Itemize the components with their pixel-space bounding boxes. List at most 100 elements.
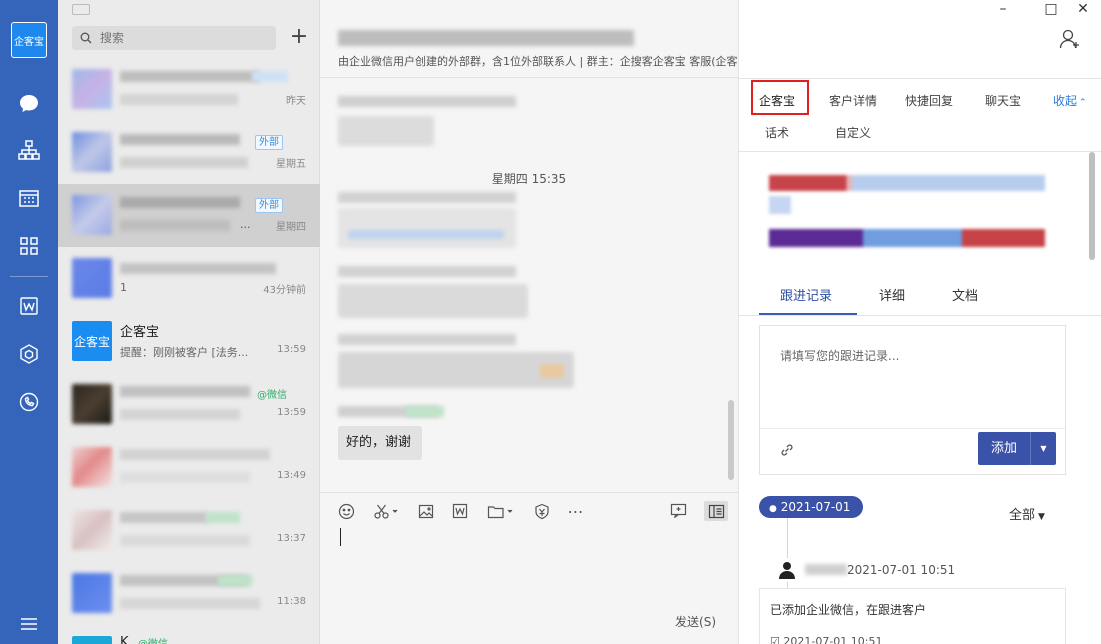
conversation-item[interactable]: 企客宝 企客宝 提醒：刚刚被客户 [法务... 13:59 — [58, 310, 320, 373]
caret-down-icon: ▼ — [1038, 512, 1045, 522]
conversation-time: 13:49 — [277, 470, 306, 481]
add-record-button[interactable]: 添加 — [978, 432, 1030, 465]
conversation-item-selected[interactable]: 外部 ... 星期四 — [58, 184, 320, 247]
close-icon[interactable]: ✕ — [1069, 0, 1097, 20]
phone-cloud-icon[interactable] — [17, 390, 41, 414]
cube-icon[interactable] — [17, 342, 41, 366]
tab-quick-reply[interactable]: 快捷回复 — [905, 92, 953, 109]
tab-detail[interactable]: 详细 — [879, 285, 905, 304]
conversation-item[interactable]: 11:38 — [58, 562, 320, 625]
conversation-item[interactable]: 13:37 — [58, 499, 320, 562]
more-icon[interactable]: ⋯ — [564, 501, 588, 521]
attachment-link-icon[interactable] — [780, 443, 794, 460]
date-badge: ● 2021-07-01 — [759, 496, 863, 518]
chat-scrollbar[interactable] — [728, 400, 734, 480]
send-button[interactable]: 发送(S) — [675, 613, 716, 630]
chat-icon[interactable] — [17, 92, 41, 116]
conversation-list: + 昨天 外部 星期五 外部 ... 星期四 1 43分钟前 企客宝 企客宝 提… — [58, 0, 320, 644]
comment-icon[interactable] — [666, 501, 690, 521]
conversation-preview: ... — [240, 218, 251, 231]
checkbox-icon: ☑ — [770, 635, 780, 644]
filter-label: 全部 — [1009, 508, 1036, 523]
app-logo[interactable]: 企客宝 — [11, 22, 47, 58]
folder-icon[interactable] — [484, 501, 518, 521]
date-badge-text: 2021-07-01 — [780, 500, 851, 514]
avatar — [72, 384, 112, 424]
tab-custom[interactable]: 自定义 — [835, 124, 871, 141]
maximize-icon[interactable]: □ — [1037, 0, 1065, 20]
follow-up-input[interactable] — [760, 326, 1065, 426]
emoji-icon[interactable] — [334, 501, 358, 521]
red-packet-icon[interactable] — [530, 501, 554, 521]
message-bubble — [338, 284, 528, 318]
conversation-time: 昨天 — [286, 96, 306, 107]
collapse-button[interactable]: 收起 ⌃ — [1053, 92, 1087, 109]
avatar — [72, 258, 112, 298]
menu-icon[interactable] — [17, 612, 41, 636]
message-bubble[interactable]: 好的，谢谢 — [338, 426, 422, 460]
dropdown-arrow-icon[interactable]: ▼ — [1030, 432, 1056, 465]
window-mini-icon — [72, 4, 90, 15]
conversation-time: 星期四 — [276, 222, 306, 233]
tab-documents[interactable]: 文档 — [952, 285, 978, 304]
search-box[interactable] — [72, 26, 276, 50]
conversation-title: 企客宝 — [120, 325, 160, 340]
chevron-up-icon: ⌃ — [1079, 98, 1087, 108]
minimize-icon[interactable]: – — [989, 0, 1017, 20]
preview-placeholder — [120, 220, 230, 231]
screenshot-scissors-icon[interactable] — [370, 501, 402, 521]
conversation-item[interactable]: @微信 13:59 — [58, 373, 320, 436]
tab-scripts[interactable]: 话术 — [765, 124, 789, 141]
sidebar-toggle-icon[interactable] — [704, 501, 728, 521]
dot-icon: ● — [769, 504, 777, 514]
avatar — [72, 636, 112, 644]
conversation-time: 13:59 — [277, 344, 306, 355]
conversation-item[interactable]: K @微信 — [58, 625, 320, 644]
sender-placeholder — [338, 334, 516, 345]
chat-panel: 由企业微信用户创建的外部群，含1位外部联系人 | 群主：企搜客企客宝 客服(企客… — [320, 0, 808, 644]
tab-follow-up[interactable]: 跟进记录 — [780, 285, 832, 304]
entry-sub-time: 2021-07-01 10:51 — [783, 635, 883, 644]
preview-placeholder — [120, 535, 250, 546]
conversation-preview: 1 — [120, 281, 127, 294]
name-placeholder — [120, 512, 208, 523]
tag-placeholder — [252, 71, 288, 82]
tab-customer-detail[interactable]: 客户详情 — [829, 92, 877, 109]
filter-dropdown[interactable]: 全部 ▼ — [1009, 504, 1045, 523]
user-avatar-icon — [775, 558, 799, 582]
blurred-banner — [769, 229, 1045, 247]
tag-placeholder — [406, 406, 444, 417]
follow-up-editor: 添加 ▼ — [759, 325, 1066, 475]
search-input[interactable] — [100, 31, 250, 45]
document-w-icon[interactable] — [448, 501, 472, 521]
name-placeholder — [120, 134, 240, 145]
rail-divider — [10, 276, 48, 277]
preview-placeholder — [120, 157, 248, 168]
blurred-chip — [769, 196, 791, 214]
left-nav-rail: 企客宝 — [0, 0, 58, 644]
conversation-time: 13:59 — [277, 407, 306, 418]
org-chart-icon[interactable] — [17, 138, 41, 162]
customer-side-panel: – □ ✕ 企客宝 客户详情 快捷回复 聊天宝 收起 ⌃ 话术 自定义 跟进记录 … — [738, 0, 1101, 644]
doc-w-icon[interactable] — [17, 294, 41, 318]
tab-chatbao[interactable]: 聊天宝 — [985, 92, 1021, 109]
panel-scrollbar[interactable] — [1089, 152, 1095, 260]
add-member-icon[interactable] — [1059, 28, 1083, 52]
name-placeholder — [120, 386, 250, 397]
tag-placeholder — [218, 575, 252, 586]
conversation-item[interactable]: 昨天 — [58, 58, 320, 121]
conversation-item[interactable]: 外部 星期五 — [58, 121, 320, 184]
apps-grid-icon[interactable] — [17, 234, 41, 258]
collapse-label: 收起 — [1053, 94, 1078, 108]
message-list: 星期四 15:35 好的，谢谢 — [320, 78, 738, 492]
calendar-icon[interactable] — [17, 186, 41, 210]
message-bubble — [338, 352, 574, 388]
blurred-banner — [769, 175, 1045, 191]
conversation-item[interactable]: 13:49 — [58, 436, 320, 499]
author-placeholder — [805, 564, 847, 575]
avatar — [72, 195, 112, 235]
image-icon[interactable] — [414, 501, 438, 521]
name-placeholder — [120, 263, 276, 274]
conversation-item[interactable]: 1 43分钟前 — [58, 247, 320, 310]
add-button[interactable]: + — [287, 26, 311, 50]
